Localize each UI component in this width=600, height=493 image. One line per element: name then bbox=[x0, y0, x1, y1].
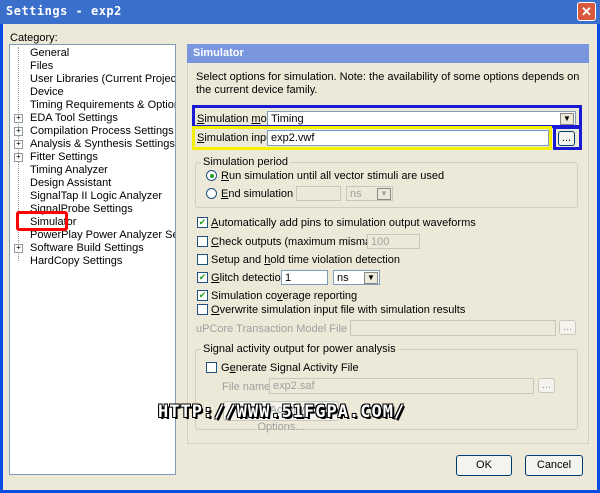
glitch-value-field[interactable]: 1 bbox=[281, 270, 328, 285]
glitch-unit-select[interactable]: ns ▼ bbox=[333, 270, 380, 285]
ok-button[interactable]: OK bbox=[456, 455, 512, 476]
auto-add-pins-checkbox[interactable]: ✔ bbox=[197, 217, 208, 228]
coverage-label: Simulation coverage reporting bbox=[211, 290, 358, 302]
generate-saf-label: Generate Signal Activity File bbox=[221, 362, 359, 374]
tree-item-label: Timing Requirements & Options bbox=[30, 99, 176, 111]
check-outputs-field[interactable]: 100 bbox=[367, 234, 420, 249]
tree-item-label: User Libraries (Current Project) bbox=[30, 73, 176, 85]
tree-item-label: Compilation Process Settings bbox=[30, 125, 174, 137]
setup-hold-checkbox[interactable] bbox=[197, 254, 208, 265]
expand-plus-icon[interactable]: + bbox=[14, 140, 23, 149]
category-tree[interactable]: General Files User Libraries (Current Proj… bbox=[9, 44, 176, 475]
upcore-browse-button[interactable]: ... bbox=[559, 320, 576, 335]
glitch-checkbox[interactable]: ✔ bbox=[197, 272, 208, 283]
cancel-button[interactable]: Cancel bbox=[525, 455, 583, 476]
expand-plus-icon[interactable]: + bbox=[14, 127, 23, 136]
expand-plus-icon[interactable]: + bbox=[14, 244, 23, 253]
chevron-down-icon[interactable]: ▼ bbox=[377, 188, 391, 200]
close-button[interactable]: ✕ bbox=[577, 2, 596, 21]
category-label: Category: bbox=[10, 32, 58, 44]
power-analysis-label: Signal activity output for power analysi… bbox=[201, 343, 398, 355]
coverage-checkbox[interactable]: ✔ bbox=[197, 290, 208, 301]
simulator-highlight bbox=[16, 211, 68, 231]
tree-item-label: General bbox=[30, 47, 70, 59]
end-at-unit-select[interactable]: ns ▼ bbox=[346, 186, 393, 201]
run-all-label: Run simulation until all vector stimuli … bbox=[221, 170, 445, 182]
file-name-field[interactable]: exp2.saf bbox=[269, 378, 534, 394]
file-name-label: File name: bbox=[222, 381, 274, 393]
tree-item-label: Files bbox=[30, 60, 54, 72]
tree-item-label: Device bbox=[30, 86, 64, 98]
simulation-period-label: Simulation period bbox=[201, 156, 290, 168]
tree-item-label: Design Assistant bbox=[30, 177, 112, 189]
run-all-radio[interactable] bbox=[206, 170, 217, 181]
glitch-label: Glitch detection: bbox=[211, 272, 290, 284]
tree-item-label: Timing Analyzer bbox=[30, 164, 108, 176]
panel-description: Select options for simulation. Note: the… bbox=[196, 71, 580, 96]
overwrite-label: Overwrite simulation input file with sim… bbox=[211, 304, 466, 316]
chevron-down-icon[interactable]: ▼ bbox=[364, 272, 378, 284]
expand-plus-icon[interactable]: + bbox=[14, 153, 23, 162]
upcore-field[interactable] bbox=[350, 320, 556, 336]
window-title: Settings - exp2 bbox=[6, 4, 122, 18]
tree-item-label: SignalTap II Logic Analyzer bbox=[30, 190, 163, 202]
sim-input-highlight bbox=[192, 126, 552, 150]
sim-mode-highlight bbox=[192, 105, 582, 128]
tree-item-label: Software Build Settings bbox=[30, 242, 144, 254]
tree-item-label: HardCopy Settings bbox=[30, 255, 123, 267]
file-name-browse-button[interactable]: ... bbox=[538, 378, 555, 393]
check-outputs-checkbox[interactable] bbox=[197, 236, 208, 247]
tree-item-label: Fitter Settings bbox=[30, 151, 98, 163]
tree-item-label: Analysis & Synthesis Settings bbox=[30, 138, 175, 150]
end-at-radio[interactable] bbox=[206, 188, 217, 199]
expand-plus-icon[interactable]: + bbox=[14, 114, 23, 123]
title-bar: Settings - exp2 ✕ bbox=[0, 0, 600, 24]
simulation-period-group bbox=[195, 162, 578, 208]
watermark-text: HTTP://WWW.51FGPA.COM/ bbox=[158, 402, 406, 422]
browse-highlight bbox=[553, 126, 582, 150]
end-at-time-field[interactable] bbox=[296, 186, 341, 201]
generate-saf-checkbox[interactable] bbox=[206, 362, 217, 373]
overwrite-checkbox[interactable] bbox=[197, 304, 208, 315]
auto-add-pins-label: Automatically add pins to simulation out… bbox=[211, 217, 476, 229]
tree-item-label: EDA Tool Settings bbox=[30, 112, 118, 124]
panel-header: Simulator bbox=[187, 44, 589, 63]
setup-hold-label: Setup and hold time violation detection bbox=[211, 254, 400, 266]
